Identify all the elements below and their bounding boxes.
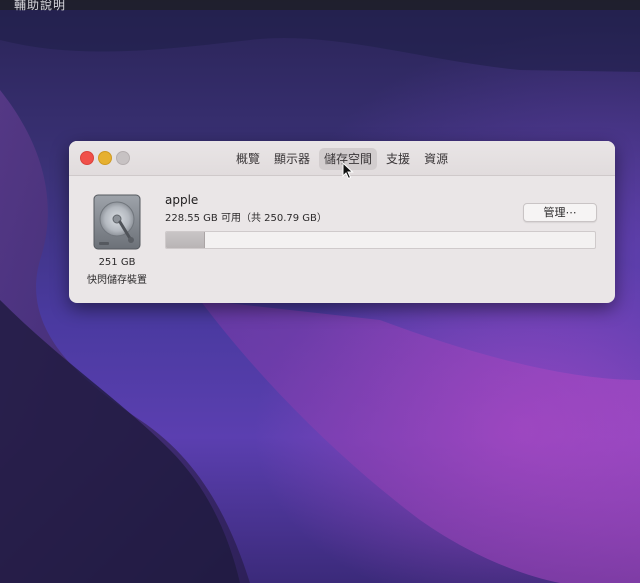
drive-size-label: 251 GB [98, 257, 136, 268]
capacity-text: 228.55 GB 可用（共 250.79 GB） [165, 213, 327, 224]
menu-bar: 輔助說明 [0, 0, 640, 13]
storage-used-fill [166, 232, 205, 248]
storage-usage-bar [165, 231, 596, 249]
menu-help[interactable]: 輔助說明 [14, 0, 66, 13]
tab-resources[interactable]: 資源 [419, 148, 453, 170]
zoom-button[interactable] [116, 151, 130, 165]
close-button[interactable] [80, 151, 94, 165]
volume-name: apple [165, 193, 199, 207]
internal-drive-icon [93, 194, 141, 250]
tab-support[interactable]: 支援 [381, 148, 415, 170]
mouse-pointer-icon [342, 162, 354, 180]
tab-displays[interactable]: 顯示器 [269, 148, 315, 170]
minimize-button[interactable] [98, 151, 112, 165]
drive-type-label: 快閃儲存裝置 [87, 275, 147, 286]
tab-overview[interactable]: 概覽 [231, 148, 265, 170]
manage-button[interactable]: 管理⋯ [523, 203, 597, 222]
